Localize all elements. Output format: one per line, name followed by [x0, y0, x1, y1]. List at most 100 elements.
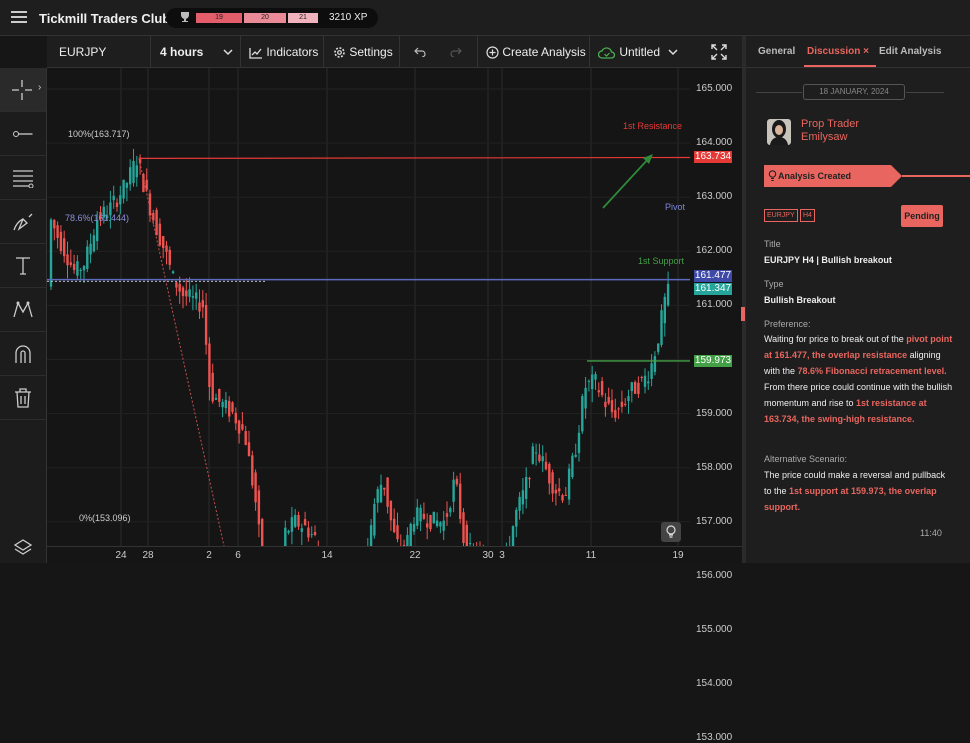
price-tick: 164.000 — [696, 137, 733, 149]
candle-body — [204, 304, 208, 345]
tab-general[interactable]: General — [758, 46, 795, 57]
candle-body — [406, 535, 409, 565]
idea-button[interactable] — [661, 522, 681, 542]
candle-body — [587, 380, 591, 382]
candle-body — [53, 220, 56, 229]
candle-body — [300, 528, 303, 532]
fullscreen-button[interactable] — [690, 36, 742, 68]
alternative-label: Alternative Scenario: — [764, 454, 848, 464]
candle-body — [558, 488, 561, 492]
symbol-selector[interactable]: EURJPY — [47, 36, 151, 68]
candle-body — [548, 463, 551, 484]
user-handle: Emilysaw — [801, 131, 848, 143]
magnet-tool[interactable] — [0, 332, 46, 376]
top-bar: Tickmill Traders Club 19 20 21 3210 XP — [0, 0, 970, 36]
candle-body — [376, 489, 379, 503]
support-label: 1st Support — [638, 256, 685, 266]
candle-body — [257, 490, 261, 525]
candle-body — [181, 287, 185, 297]
candle-body — [531, 446, 534, 464]
candle-body — [191, 296, 195, 298]
trendline-tool[interactable] — [0, 112, 46, 156]
candle-body — [432, 511, 435, 524]
fib-786-label: 78.6%(161.444) — [65, 213, 130, 223]
candle-body — [373, 503, 376, 536]
candle-body — [175, 282, 178, 288]
xp-level-20: 20 — [244, 13, 286, 23]
candle-body — [435, 520, 439, 527]
delete-tool[interactable] — [0, 376, 46, 420]
candle-body — [122, 179, 125, 199]
candle-body — [633, 382, 637, 394]
candle-body — [303, 519, 307, 526]
candle-body — [168, 249, 171, 265]
date-divider-left — [756, 92, 802, 93]
chevron-down-icon — [223, 49, 233, 56]
candle-body — [412, 524, 416, 532]
candle-body — [462, 512, 465, 544]
price-chart[interactable]: 100%(163.717) 78.6%(161.444) 0%(153.096)… — [47, 68, 691, 739]
pattern-tool[interactable] — [0, 288, 46, 332]
candle-body — [564, 494, 567, 496]
crosshair-tool[interactable]: › — [0, 68, 46, 112]
candle-body — [92, 235, 96, 252]
message-time: 11:40 — [920, 528, 942, 538]
trophy-icon — [181, 12, 189, 22]
title-value: EURJPY H4 | Bullish breakout — [764, 255, 892, 265]
candle-body — [254, 472, 257, 503]
timeframe-selector[interactable]: 4 hours — [151, 36, 241, 68]
fib-0-label: 0%(153.096) — [79, 513, 131, 523]
candle-body — [379, 484, 383, 503]
candle-body — [600, 380, 604, 396]
chart-canvas[interactable] — [47, 68, 691, 739]
settings-label: Settings — [349, 45, 393, 59]
candle-body — [581, 396, 584, 432]
candle-body — [221, 401, 224, 408]
tool-expand-arrow[interactable]: › — [38, 82, 41, 93]
tab-discussion[interactable]: Discussion × — [807, 46, 869, 57]
settings-button[interactable]: Settings — [324, 36, 400, 68]
expand-icon — [711, 44, 727, 60]
time-tick: 30 — [482, 550, 494, 561]
pivot-label: Pivot — [665, 202, 686, 212]
candle-body — [541, 456, 544, 462]
candle-body — [188, 289, 191, 297]
layers-icon[interactable] — [14, 539, 32, 555]
candle-body — [409, 523, 412, 547]
indicators-button[interactable]: Indicators — [241, 36, 324, 68]
analysis-name-selector[interactable]: Untitled — [590, 36, 690, 68]
analysis-created-label: Analysis Created — [778, 171, 852, 181]
candle-body — [521, 490, 525, 505]
candle-body — [129, 167, 132, 185]
menu-icon[interactable] — [11, 11, 27, 24]
candle-body — [112, 195, 115, 201]
title-label: Title — [764, 239, 781, 249]
fibonacci-tool[interactable] — [0, 156, 46, 200]
price-tick: 156.000 — [696, 569, 733, 581]
candle-body — [237, 420, 241, 434]
undo-icon[interactable] — [414, 46, 426, 57]
timeframe-label: 4 hours — [160, 45, 204, 59]
panel-tabs: General Discussion × Edit Analysis — [746, 36, 970, 68]
tab-edit-analysis[interactable]: Edit Analysis — [879, 46, 941, 57]
candle-body — [231, 402, 234, 412]
price-badge-resistance: 163.734 — [694, 151, 732, 164]
price-tick: 158.000 — [696, 461, 733, 473]
candle-body — [511, 526, 515, 550]
candle-body — [247, 442, 251, 457]
candle-body — [241, 424, 244, 430]
tab-close-icon[interactable]: × — [863, 46, 869, 57]
brush-tool[interactable] — [0, 200, 46, 244]
drawing-tools: › — [0, 68, 47, 563]
resize-handle[interactable] — [741, 307, 745, 321]
create-analysis-button[interactable]: Create Analysis — [478, 36, 590, 68]
symbol-tag: EURJPY — [764, 209, 798, 222]
text-tool[interactable] — [0, 244, 46, 288]
redo-icon[interactable] — [450, 46, 462, 57]
bullish-arrow — [602, 156, 651, 209]
candle-body — [594, 374, 597, 380]
tab-discussion-label: Discussion — [807, 46, 861, 57]
time-tick: 14 — [321, 550, 333, 561]
candle-body — [449, 508, 452, 513]
candle-body — [148, 193, 152, 216]
